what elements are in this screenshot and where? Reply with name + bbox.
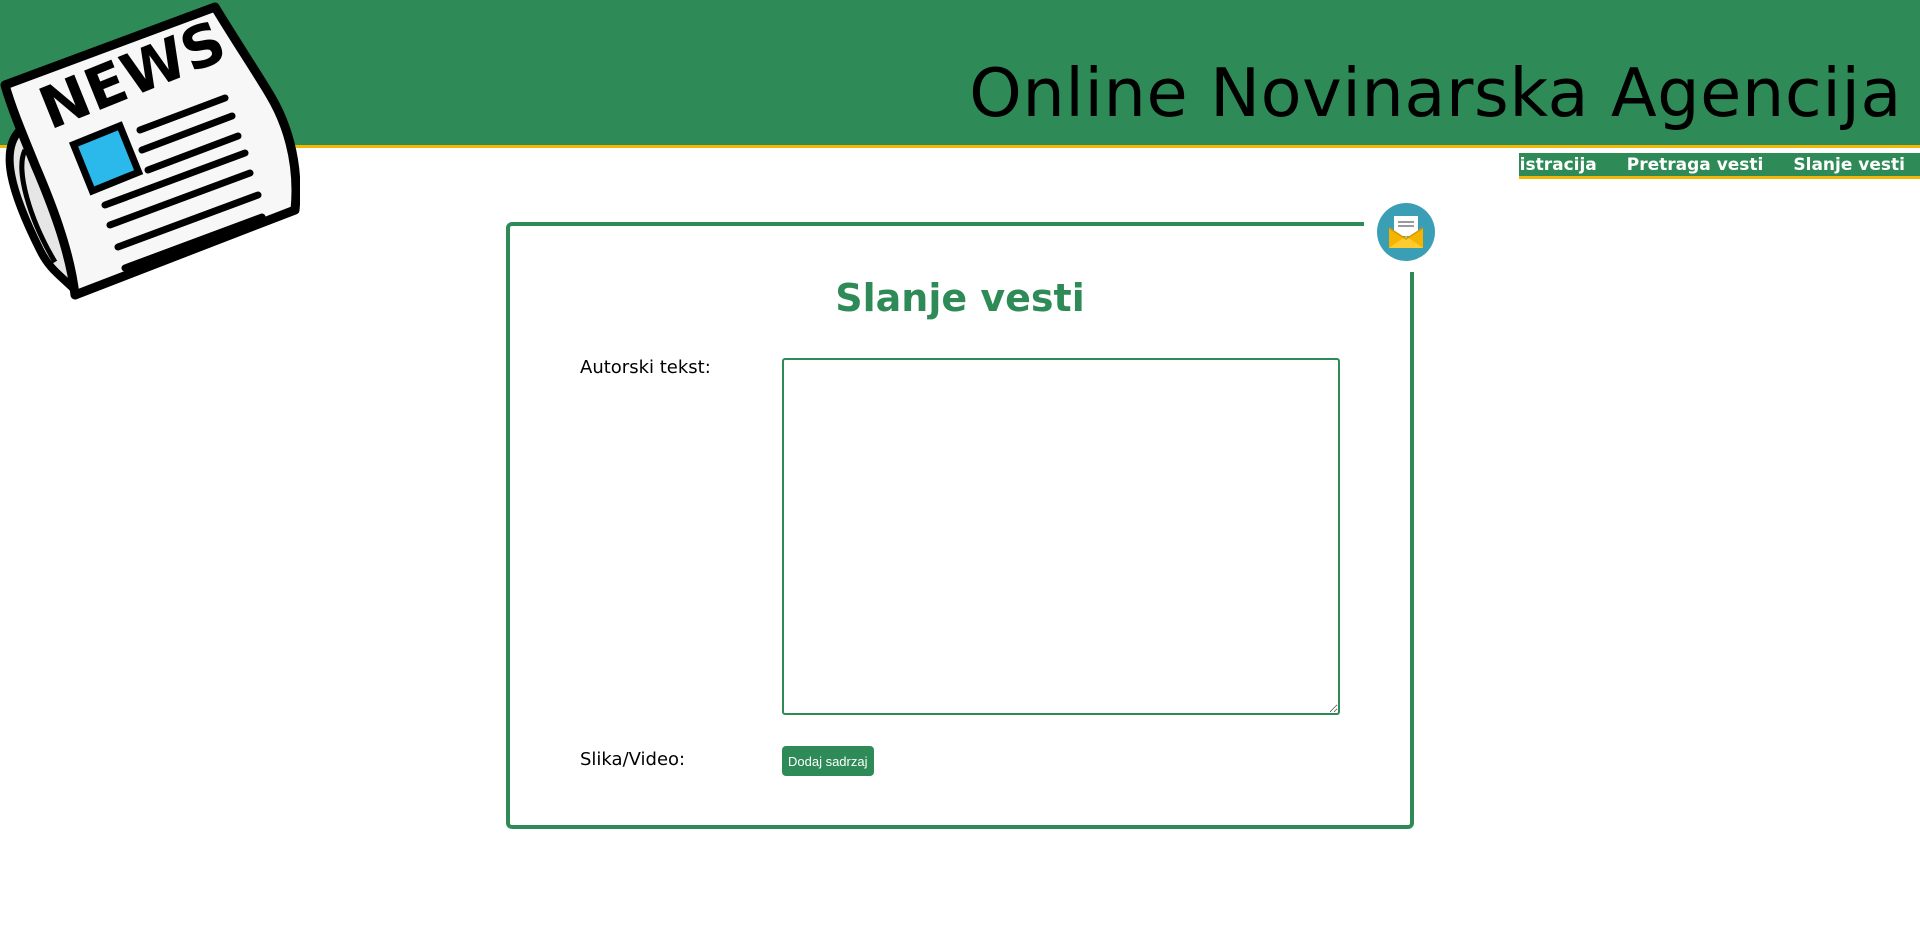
envelope-badge — [1377, 203, 1435, 261]
media-label: Slika/Video: — [580, 749, 686, 770]
form-title: Slanje vesti — [835, 276, 1085, 320]
author-text-input[interactable] — [782, 358, 1340, 715]
nav-slanje-vesti[interactable]: Slanje vesti — [1778, 155, 1915, 175]
newspaper-icon: NEWS — [0, 2, 300, 300]
nav-registracija[interactable]: Registracija — [1468, 155, 1612, 175]
main-nav: Registracija Pretraga vesti Slanje vesti — [1483, 153, 1920, 179]
envelope-icon — [1388, 216, 1424, 248]
newspaper-logo[interactable]: NEWS — [0, 0, 300, 300]
site-title: Online Novinarska Agencija — [969, 54, 1902, 132]
add-content-button[interactable]: Dodaj sadrzaj — [782, 746, 874, 776]
author-text-label: Autorski tekst: — [580, 357, 711, 378]
nav-pretraga-vesti[interactable]: Pretraga vesti — [1612, 155, 1779, 175]
